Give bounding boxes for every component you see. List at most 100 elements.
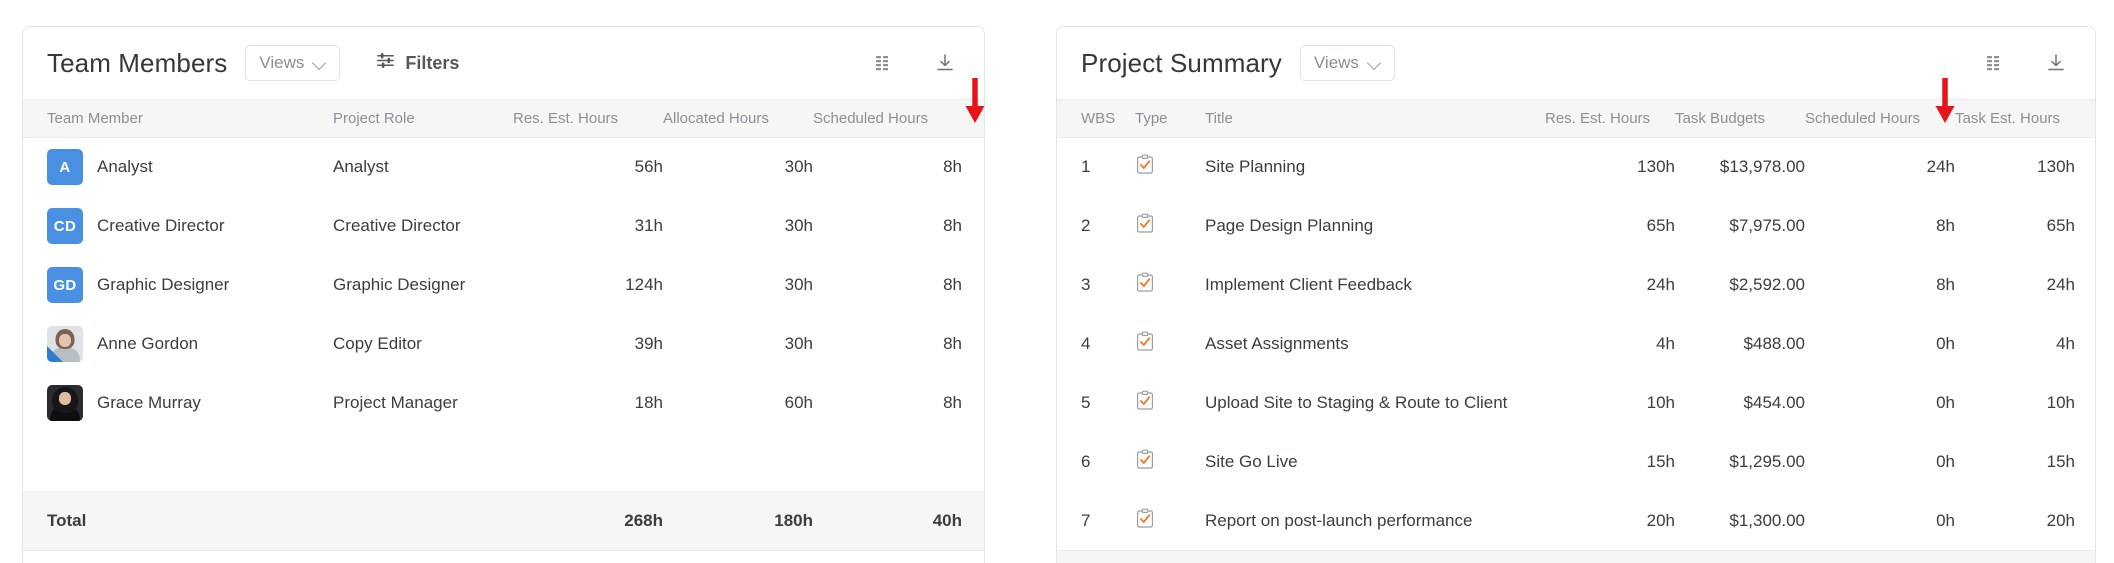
column-header-scheduled-hours[interactable]: Scheduled Hours [1805,99,1955,138]
cell-scheduled-hours: 0h [1936,393,1955,412]
cell-res-est-hours: 10h [1646,393,1675,412]
total-res-est-hours: 268h [1545,550,1675,563]
cell-team-member: GD Graphic Designer [23,256,333,315]
project-summary-header: Project Summary Views [1057,27,2095,99]
cell-res-est-hours: 4h [1656,334,1675,353]
total-allocated-hours: 180h [663,491,813,551]
member-name: Anne Gordon [97,334,199,353]
column-header-project-role[interactable]: Project Role [333,99,513,138]
table-row[interactable]: 4 Asset Assignments 4h $488.00 0h 4h [1057,315,2095,374]
cell-res-est-hours: 20h [1646,510,1675,530]
table-row[interactable]: A Analyst Analyst 56h 30h 8h [23,138,984,197]
views-label: Views [1313,53,1359,72]
table-row[interactable]: 2 Page Design Planning 65h $7,975.00 8h … [1057,197,2095,256]
total-empty-type [1135,550,1205,563]
views-dropdown[interactable]: Views [245,45,341,81]
cell-project-role: Graphic Designer [333,275,466,294]
table-row[interactable]: 3 Implement Client Feedback 24h $2,592.0… [1057,256,2095,315]
table-row[interactable]: Grace Murray Project Manager 18h 60h 8h [23,374,984,433]
total-empty-title [1205,550,1545,563]
cell-allocated-hours: 30h [784,216,813,235]
cell-project-role: Copy Editor [333,334,422,353]
column-header-allocated-hours[interactable]: Allocated Hours [663,99,813,138]
cell-task-budget: $2,592.00 [1729,275,1805,294]
total-scheduled-hours: 40h [1805,550,1955,563]
cell-title: Report on post-launch performance [1205,510,1473,530]
cell-scheduled-hours: 8h [1936,216,1955,235]
cell-res-est-hours: 130h [1637,157,1675,177]
views-dropdown[interactable]: Views [1299,45,1395,81]
member-name: Creative Director [97,216,225,235]
cell-project-role: Creative Director [333,216,461,235]
column-header-res-est-hours[interactable]: Res. Est. Hours [513,99,663,138]
cell-allocated-hours: 30h [784,157,813,177]
total-label: Total [23,491,333,551]
task-checked-icon [1135,213,1155,239]
cell-task-est-hours: 24h [2046,275,2075,294]
column-header-scheduled-hours[interactable]: Scheduled Hours [813,99,984,138]
cell-title: Page Design Planning [1205,216,1374,235]
table-row[interactable]: Anne Gordon Copy Editor 39h 30h 8h [23,315,984,374]
cell-title: Site Go Live [1205,452,1298,471]
total-task-est-hours: 268h [1955,550,2095,563]
column-header-task-budgets[interactable]: Task Budgets [1675,99,1805,138]
cell-title: Site Planning [1205,157,1306,177]
task-checked-icon [1135,331,1155,357]
table-row[interactable]: 1 Site Planning 130h $13,978.00 24h 130h [1057,138,2095,197]
table-row[interactable]: 6 Site Go Live 15h $1,295.00 0h 15h [1057,433,2095,492]
cell-task-est-hours: 15h [2046,452,2075,471]
cell-type [1135,433,1205,492]
table-row[interactable]: GD Graphic Designer Graphic Designer 124… [23,256,984,315]
table-row[interactable]: 7 Report on post-launch performance 20h … [1057,492,2095,551]
table-header-row: WBS Type Title Res. Est. Hours Task Budg… [1057,99,2095,138]
filters-button[interactable]: Filters [376,51,459,75]
cell-team-member: A Analyst [23,138,333,197]
team-members-table: Team Member Project Role Res. Est. Hours… [23,99,984,551]
cell-team-member: CD Creative Director [23,197,333,256]
cell-scheduled-hours: 8h [943,275,962,294]
total-row: Total 268h 180h 40h [23,491,984,551]
header-icon-group [1983,50,2073,76]
cell-title: Implement Client Feedback [1205,275,1412,294]
cell-res-est-hours: 124h [625,275,663,294]
team-members-table-body: A Analyst Analyst 56h 30h 8h CD Creative… [23,138,984,551]
table-row[interactable]: 5 Upload Site to Staging & Route to Clie… [1057,374,2095,433]
columns-icon[interactable] [1983,50,2009,76]
task-checked-icon [1135,154,1155,180]
cell-res-est-hours: 15h [1646,452,1675,471]
cell-allocated-hours: 60h [784,393,813,412]
download-icon[interactable] [2043,50,2069,76]
project-summary-panel: Project Summary Views WBS Type Title Res… [1056,26,2096,563]
column-header-task-est-hours[interactable]: Task Est. Hours [1955,99,2095,138]
column-header-res-est-hours[interactable]: Res. Est. Hours [1545,99,1675,138]
cell-scheduled-hours: 8h [943,157,962,177]
column-header-type[interactable]: Type [1135,99,1205,138]
cell-title: Asset Assignments [1205,334,1349,353]
cell-wbs: 2 [1081,216,1091,235]
cell-title: Upload Site to Staging & Route to Client [1205,393,1508,412]
cell-task-budget: $7,975.00 [1729,216,1805,235]
cell-res-est-hours: 31h [634,216,663,235]
task-checked-icon [1135,508,1155,534]
chevron-down-icon [1368,57,1381,70]
table-row[interactable]: CD Creative Director Creative Director 3… [23,197,984,256]
column-header-wbs[interactable]: WBS [1057,99,1135,138]
cell-team-member: Grace Murray [23,374,333,433]
avatar: CD [47,208,83,244]
cell-type [1135,374,1205,433]
column-header-title[interactable]: Title [1205,99,1545,138]
cell-res-est-hours: 39h [634,334,663,353]
panel-title: Project Summary [1081,47,1282,78]
columns-icon[interactable] [872,50,898,76]
cell-task-budget: $454.00 [1743,393,1805,412]
cell-wbs: 1 [1081,157,1091,177]
cell-res-est-hours: 65h [1646,216,1675,235]
avatar: A [47,149,83,186]
member-name: Analyst [97,157,153,177]
cell-task-est-hours: 65h [2046,216,2075,235]
download-icon[interactable] [932,50,958,76]
cell-scheduled-hours: 8h [1936,275,1955,294]
column-header-team-member[interactable]: Team Member [23,99,333,138]
cell-type [1135,138,1205,197]
cell-task-est-hours: 4h [2056,334,2075,353]
